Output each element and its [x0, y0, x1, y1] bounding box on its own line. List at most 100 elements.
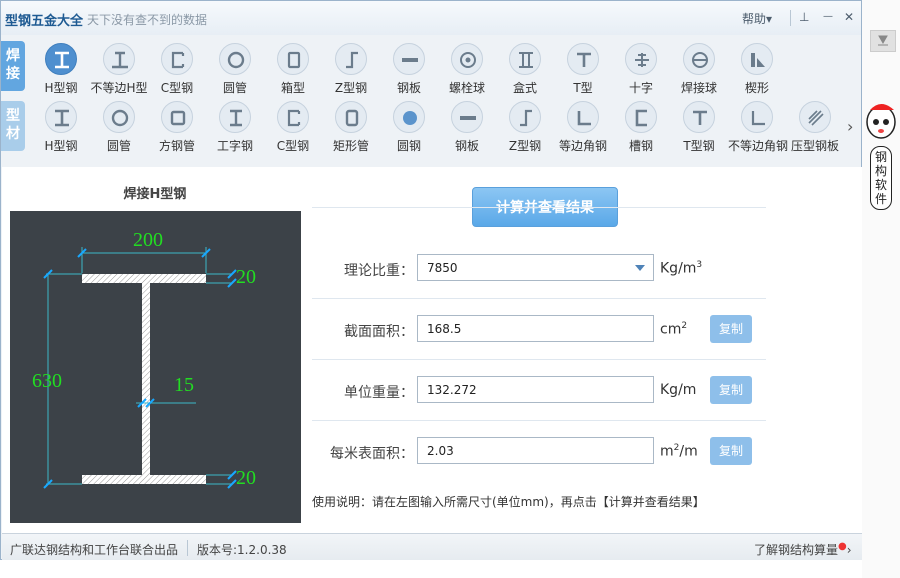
profile-category-tab[interactable]: 型材: [1, 101, 25, 151]
tool-profiled-sheet[interactable]: 压型钢板: [786, 101, 844, 154]
tool-round-bar[interactable]: 圆钢: [380, 101, 438, 154]
close-icon[interactable]: ✕: [844, 10, 854, 24]
weight-value: 132.272: [427, 383, 477, 397]
tool-label: 圆钢: [396, 139, 421, 153]
welded-category-tab[interactable]: 焊接: [1, 41, 25, 91]
area-label: 截面面积：: [344, 324, 414, 340]
tool-label: 钢板: [396, 81, 421, 95]
minimize-icon[interactable]: —: [823, 11, 833, 22]
channel-icon: [625, 101, 657, 133]
round-bar-icon: [393, 101, 425, 133]
tool-welded-ball[interactable]: 焊接球: [670, 43, 728, 96]
tool-label: 方钢管: [158, 139, 195, 153]
tool-c-channel[interactable]: C型钢: [264, 101, 322, 154]
tool-label: C型钢: [160, 81, 194, 95]
weight-unit: Kg/m: [660, 382, 697, 398]
desktop-side: 钢构软件: [862, 0, 900, 578]
area-field[interactable]: 168.5: [417, 315, 654, 342]
tool-label: 圆管: [222, 81, 247, 95]
tool-round-tube[interactable]: 圆管: [90, 101, 148, 154]
web-thickness[interactable]: 15: [174, 374, 194, 396]
tool-i-beam[interactable]: 工字钢: [206, 101, 264, 154]
bolt-ball-icon: [451, 43, 483, 75]
tool-steel-plate[interactable]: 钢板: [380, 43, 438, 96]
square-tube-icon: [161, 101, 193, 133]
tool-label: 箱型: [280, 81, 305, 95]
tool-label: 压型钢板: [790, 139, 839, 153]
tool-unequal-h[interactable]: 不等边H型: [90, 43, 148, 96]
tool-h-beam[interactable]: H型钢: [32, 101, 90, 154]
tool-rect-tube[interactable]: 矩形管: [322, 101, 380, 154]
chevron-down-icon: ▾: [766, 12, 773, 26]
tool-equal-angle[interactable]: 等边角钢: [554, 101, 612, 154]
top-flange-thickness[interactable]: 20: [236, 266, 256, 288]
tool-z-section[interactable]: Z型钢: [322, 43, 380, 96]
web: [142, 283, 150, 475]
pin-icon[interactable]: ⊥: [799, 10, 809, 24]
tool-label: H型钢: [44, 81, 78, 95]
surface-unit: m2/m: [660, 443, 698, 460]
bottom-flange-thickness[interactable]: 20: [236, 467, 256, 489]
chevron-right-icon[interactable]: ›: [847, 117, 853, 136]
tool-label: 不等边H型: [90, 81, 148, 95]
height-dimension[interactable]: 630: [32, 370, 62, 392]
weight-field[interactable]: 132.272: [417, 376, 654, 403]
surface-label: 每米表面积：: [330, 446, 414, 462]
surface-value: 2.03: [427, 444, 454, 458]
tool-square-tube[interactable]: 方钢管: [148, 101, 206, 154]
h-beam-drawing: 200 20 15 630 20: [32, 229, 256, 489]
tool-channel[interactable]: 槽钢: [612, 101, 670, 154]
area-unit: cm2: [660, 321, 688, 338]
tool-label: 盒式: [512, 81, 537, 95]
h-beam-icon: [45, 43, 77, 75]
title-bar: 型钢五金大全 天下没有查不到的数据 帮助▾ ⊥ — ✕: [1, 1, 861, 35]
tool-c-channel[interactable]: C型钢: [148, 43, 206, 96]
round-tube-icon: [103, 101, 135, 133]
tool-bolt-ball[interactable]: 螺栓球: [438, 43, 496, 96]
tool-t-section[interactable]: T型: [554, 43, 612, 96]
divider: [312, 420, 766, 421]
copy-weight-button[interactable]: 复制: [710, 376, 752, 404]
tool-unequal-angle[interactable]: 不等边角钢: [728, 101, 788, 154]
tool-t-section[interactable]: T型钢: [670, 101, 728, 154]
rect-tube-icon: [335, 101, 367, 133]
tool-wedge[interactable]: 楔形: [728, 43, 786, 96]
tool-box-section[interactable]: 箱型: [264, 43, 322, 96]
tool-steel-plate[interactable]: 钢板: [438, 101, 496, 154]
t-section-icon: [683, 101, 715, 133]
tool-box-type[interactable]: 盒式: [496, 43, 554, 96]
surface-field[interactable]: 2.03: [417, 437, 654, 464]
mascot-icon: [866, 104, 896, 139]
app-title: 型钢五金大全: [5, 14, 84, 29]
density-select[interactable]: 7850: [417, 254, 654, 281]
unequal-angle-icon: [741, 101, 773, 133]
copy-area-button[interactable]: 复制: [710, 315, 752, 343]
weight-label: 单位重量：: [344, 385, 414, 401]
app-slogan: 天下没有查不到的数据: [87, 13, 208, 27]
copy-surface-button[interactable]: 复制: [710, 437, 752, 465]
z-section-icon: [509, 101, 541, 133]
tool-z-section[interactable]: Z型钢: [496, 101, 554, 154]
help-label: 帮助: [742, 12, 767, 26]
tool-cross-section[interactable]: 十字: [612, 43, 670, 96]
cross-section-icon: [625, 43, 657, 75]
i-beam-icon: [219, 101, 251, 133]
mascot-widget[interactable]: 钢构软件: [864, 100, 898, 210]
chevron-right-icon: ›: [846, 543, 852, 557]
tool-round-tube[interactable]: 圆管: [206, 43, 264, 96]
learn-more-link[interactable]: 了解钢结构算量●›: [754, 541, 852, 558]
tool-h-beam[interactable]: H型钢: [32, 43, 90, 96]
scroll-down-button[interactable]: [870, 30, 896, 52]
unequal-h-icon: [103, 43, 135, 75]
divider: [312, 207, 766, 208]
divider: [312, 298, 766, 299]
equal-angle-icon: [567, 101, 599, 133]
help-menu[interactable]: 帮助▾: [742, 10, 772, 27]
tool-label: 矩形管: [332, 139, 369, 153]
status-version: 版本号:1.2.0.38: [197, 543, 287, 557]
width-dimension[interactable]: 200: [133, 229, 163, 251]
tool-label: H型钢: [44, 139, 78, 153]
c-channel-icon: [277, 101, 309, 133]
wedge-icon: [741, 43, 773, 75]
mascot-label: 钢构软件: [870, 146, 892, 210]
